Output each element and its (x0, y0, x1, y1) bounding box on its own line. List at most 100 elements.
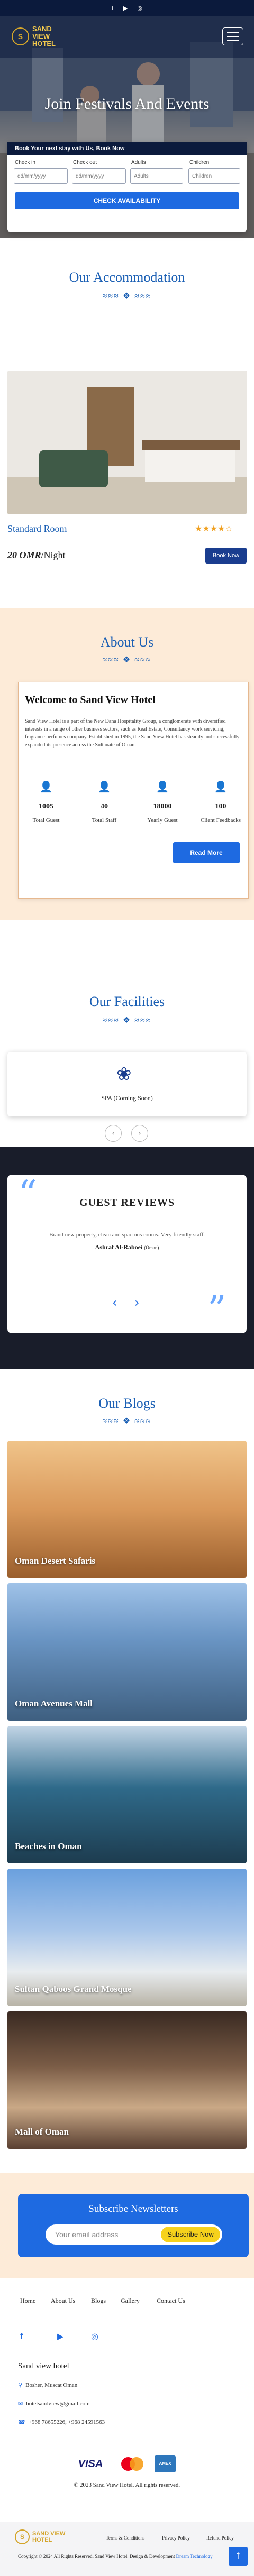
hero-title: Join Festivals And Events (44, 95, 210, 113)
booking-form: Book Your next stay with Us, Book Now Ch… (7, 142, 247, 232)
reviewer-name: Ashraf Al-Raboei (Oman) (7, 1243, 247, 1251)
youtube-icon[interactable]: ▶ (57, 2331, 64, 2341)
footer-nav-blogs[interactable]: Blogs (91, 2297, 106, 2305)
copyright-text: Copyright © 2024 All Rights Reserved. Sa… (18, 2554, 175, 2559)
facility-prev-button[interactable]: ‹ (105, 1125, 122, 1142)
about-title: About Us (100, 634, 154, 650)
checkin-input[interactable]: dd/mm/yyyy (14, 168, 68, 184)
blog-card[interactable]: Beaches in Oman (7, 1726, 247, 1863)
logo-line1: SAND VIEW (32, 25, 52, 40)
instagram-icon[interactable]: ◎ (137, 5, 142, 12)
blog-card[interactable]: Oman Avenues Mall (7, 1583, 247, 1721)
footer-hotel-name: Sand view hotel (18, 2362, 69, 2370)
adults-label: Adults (131, 160, 146, 165)
about-text: Sand View Hotel is a part of the New Dan… (25, 718, 240, 748)
user-icon: 👤 (39, 780, 53, 793)
user-icon: 👤 (97, 780, 111, 793)
refund-link[interactable]: Refund Policy (206, 2535, 234, 2541)
address-text: Bosher, Muscat Oman (25, 2382, 78, 2388)
phone-text: +968 78655226, +968 24591563 (28, 2419, 105, 2425)
about-heading: Welcome to Sand View Hotel (25, 694, 156, 706)
children-select[interactable]: Children (188, 168, 240, 184)
accommodation-title: Our Accommodation (69, 270, 185, 285)
logo-text: SAND VIEW HOTEL (32, 25, 70, 48)
blog-card[interactable]: Sultan Qaboos Grand Mosque (7, 1869, 247, 2006)
facility-card[interactable]: ❀ SPA (Coming Soon) (7, 1052, 247, 1116)
blog-card[interactable]: Mall of Oman (7, 2011, 247, 2149)
youtube-icon[interactable]: ▶ (123, 5, 128, 12)
reviews-title: GUEST REVIEWS (79, 1197, 175, 1208)
developer-link[interactable]: Dream Technology (176, 2554, 213, 2559)
footer-nav-about[interactable]: About Us (51, 2297, 75, 2305)
newsletter-title: Subscribe Newsletters (88, 2203, 178, 2214)
instagram-icon[interactable]: ◎ (91, 2331, 98, 2341)
privacy-link[interactable]: Privacy Policy (162, 2535, 190, 2541)
footer-nav-gallery[interactable]: Gallery (121, 2297, 140, 2305)
mail-icon: ✉ (18, 2400, 23, 2407)
stat-value: 1005 (39, 802, 53, 810)
reviewer-name-text: Ashraf Al-Raboei (95, 1243, 143, 1251)
logo-mark: S (15, 2529, 30, 2544)
check-availability-button[interactable]: CHECK AVAILABILITY (15, 192, 239, 209)
room-image[interactable] (7, 371, 247, 514)
room-price: 20 OMR/Night (7, 550, 66, 561)
review-text: Brand new property, clean and spacious r… (49, 1232, 205, 1238)
visa-logo: VISA (74, 2455, 107, 2472)
facility-next-button[interactable]: › (131, 1125, 148, 1142)
stat-total-staff: 👤 40 Total Staff (78, 780, 131, 824)
hotel-logo[interactable]: S SAND VIEW HOTEL (12, 23, 70, 50)
logo-line1: SAND VIEW (32, 2531, 66, 2537)
footer-address: ⚲ Bosher, Muscat Oman (18, 2381, 77, 2388)
blog-card[interactable]: Oman Desert Safaris (7, 1441, 247, 1578)
read-more-button[interactable]: Read More (173, 842, 240, 863)
terms-link[interactable]: Terms & Conditions (106, 2535, 144, 2541)
facilities-title: Our Facilities (89, 994, 165, 1009)
footer-logo[interactable]: S SAND VIEW HOTEL (15, 2529, 65, 2544)
copyright-bottom: Copyright © 2024 All Rights Reserved. Sa… (18, 2553, 224, 2560)
newsletter-email-input[interactable]: Your email address Subscribe Now (46, 2224, 222, 2245)
review-next-button[interactable]: › (134, 1295, 140, 1310)
review-prev-button[interactable]: ‹ (112, 1295, 117, 1310)
blog-title: Oman Desert Safaris (15, 1556, 96, 1566)
room-name[interactable]: Standard Room (7, 523, 67, 534)
social-topbar: f ▶ ◎ (0, 0, 254, 16)
checkout-input[interactable]: dd/mm/yyyy (72, 168, 126, 184)
quote-close-icon: ” (207, 1288, 226, 1331)
divider-ornament-icon: ≈≈≈ ❖ ≈≈≈ (102, 1417, 152, 1426)
email-text: hotelsandview@gmail.com (26, 2400, 90, 2407)
blog-title: Oman Avenues Mall (15, 1698, 93, 1709)
facebook-icon[interactable]: f (20, 2331, 23, 2341)
hamburger-menu-button[interactable] (222, 27, 243, 45)
facebook-icon[interactable]: f (112, 5, 114, 12)
stat-label: Client Feedbacks (200, 817, 241, 824)
divider-ornament-icon: ≈≈≈ ❖ ≈≈≈ (102, 292, 152, 301)
stat-value: 100 (215, 802, 226, 810)
footer-phone[interactable]: ☎ +968 78655226, +968 24591563 (18, 2418, 105, 2425)
back-to-top-button[interactable]: ↑ (229, 2547, 248, 2566)
checkout-label: Check out (73, 160, 97, 165)
about-card: Welcome to Sand View Hotel Sand View Hot… (18, 682, 249, 899)
rating-stars-icon: ★★★★☆ (195, 523, 233, 533)
price-unit: /Night (41, 550, 66, 560)
booking-heading: Book Your next stay with Us, Book Now (7, 142, 247, 155)
subscribe-button[interactable]: Subscribe Now (161, 2227, 220, 2242)
book-now-button[interactable]: Book Now (205, 548, 247, 564)
blog-title: Beaches in Oman (15, 1841, 82, 1851)
user-icon: 👤 (214, 780, 228, 793)
footer-nav-home[interactable]: Home (20, 2297, 35, 2305)
adults-select[interactable]: Adults (130, 168, 183, 184)
phone-icon: ☎ (18, 2418, 25, 2425)
user-icon: 👤 (156, 780, 169, 793)
footer-nav-contact[interactable]: Contact Us (157, 2297, 185, 2305)
newsletter-card: Subscribe Newsletters Your email address… (18, 2194, 249, 2257)
blog-title: Mall of Oman (15, 2127, 69, 2137)
footer-email[interactable]: ✉ hotelsandview@gmail.com (18, 2400, 90, 2407)
logo-text: SAND VIEW HOTEL (32, 2531, 65, 2543)
facility-name: SPA (Coming Soon) (101, 1094, 153, 1102)
reviewer-country: (Oman) (144, 1245, 159, 1250)
checkin-label: Check in (15, 160, 35, 165)
logo-mark: S (12, 27, 29, 45)
stat-label: Total Staff (92, 817, 117, 824)
stat-value: 40 (101, 802, 108, 810)
stat-label: Yearly Guest (147, 817, 178, 824)
